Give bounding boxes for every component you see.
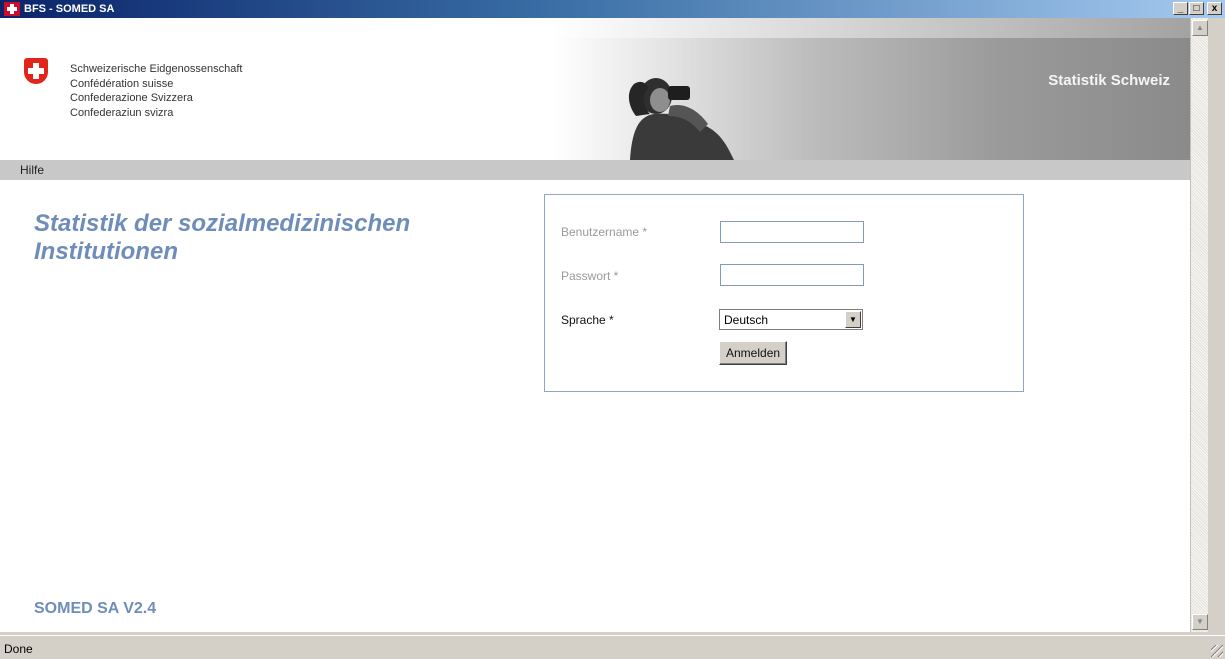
confederation-line-it: Confederazione Svizzera [70,92,193,104]
maximize-button[interactable]: □ [1189,2,1204,15]
language-label: Sprache * [561,313,614,327]
username-label: Benutzername * [561,225,648,239]
close-button[interactable]: x [1207,2,1222,15]
status-text: Done [4,642,33,656]
photographer-photo [628,78,734,160]
window-title: BFS - SOMED SA [24,3,115,15]
banner-title: Statistik Schweiz [1048,72,1170,89]
window-title-bar[interactable]: BFS - SOMED SA _ □ x [0,0,1225,18]
scroll-up-icon[interactable]: ▲ [1192,20,1208,36]
help-link[interactable]: Hilfe [20,163,44,177]
browser-content: Schweizerische Eidgenossenschaft Confédé… [0,18,1208,632]
confederation-line-rm: Confederaziun svizra [70,106,174,119]
page-header: Schweizerische Eidgenossenschaft Confédé… [0,18,1208,160]
language-selected-value: Deutsch [724,313,769,327]
app-icon [4,2,20,16]
page-title-line-2: Institutionen [34,238,178,265]
banner-top-strip [553,18,1208,38]
scroll-down-icon[interactable]: ▼ [1192,614,1208,630]
login-form: Benutzername * Passwort * Sprache * Deut… [544,194,1024,392]
language-select[interactable]: Deutsch ▼ [719,309,863,330]
page-title-line-1: Statistik der sozialmedizinischen [34,210,411,237]
swiss-cross-icon [24,58,48,84]
window-controls: _ □ x [1172,2,1222,15]
window-frame-right [1208,18,1225,635]
username-input[interactable] [720,221,864,243]
dropdown-arrow-icon[interactable]: ▼ [845,311,861,328]
password-label: Passwort * [561,269,619,283]
nav-bar: Hilfe [0,160,1208,180]
login-button[interactable]: Anmelden [719,341,788,365]
version-label: SOMED SA V2.4 [34,600,157,617]
confederation-line-de: Schweizerische Eidgenossenschaft [70,63,243,75]
status-bar: Done [0,635,1225,659]
resize-grip-icon[interactable] [1211,645,1223,657]
page-title: Statistik der sozialmedizinischen Instit… [34,210,514,266]
password-input[interactable] [720,264,864,286]
minimize-button[interactable]: _ [1173,2,1188,15]
confederation-names: Schweizerische Eidgenossenschaft Confédé… [70,62,242,120]
vertical-scrollbar[interactable]: ▲ ▼ [1190,18,1208,632]
confederation-line-fr: Confédération suisse [70,77,174,90]
